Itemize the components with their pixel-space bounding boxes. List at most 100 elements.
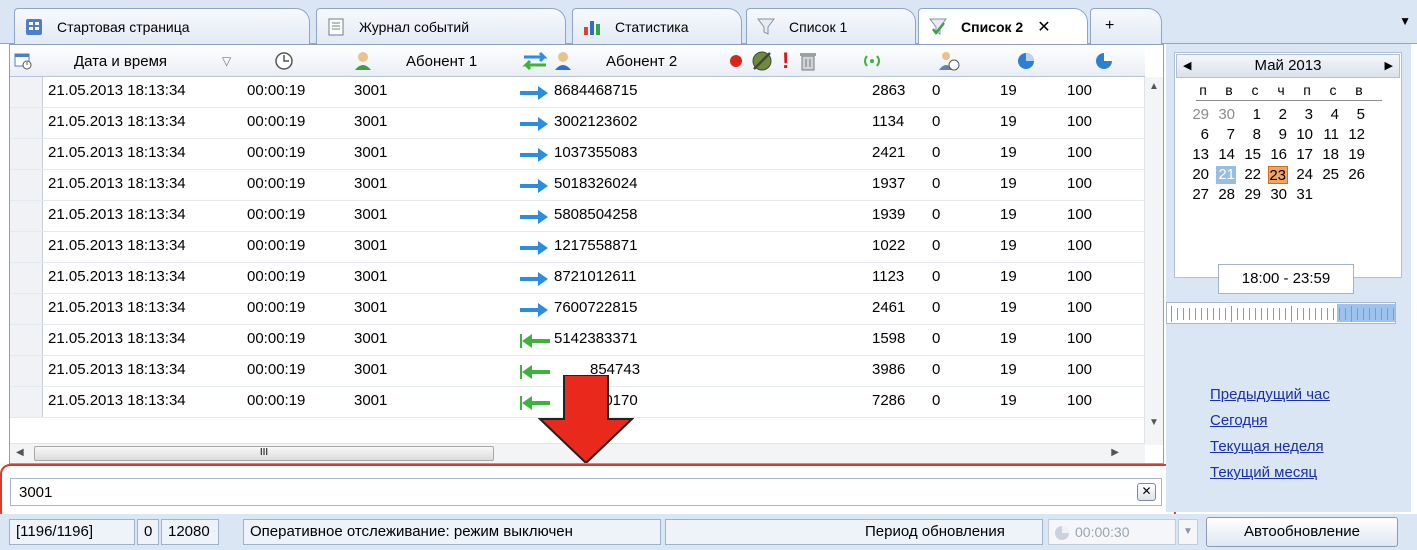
column-chooser-icon[interactable]	[14, 45, 32, 77]
tab-list-1[interactable]: Список 1	[746, 8, 916, 44]
row-selector[interactable]	[10, 387, 43, 417]
clear-filter-button[interactable]: ✕	[1137, 483, 1156, 501]
calendar-day[interactable]: 8	[1242, 126, 1262, 144]
period-select[interactable]: 00:00:30	[1048, 519, 1176, 545]
clock-icon[interactable]	[274, 45, 294, 77]
calendar-day[interactable]: 5	[1346, 106, 1366, 124]
link-today[interactable]: Сегодня	[1210, 412, 1268, 429]
calendar-day[interactable]: 20	[1190, 166, 1210, 184]
no-listen-icon[interactable]	[750, 45, 774, 77]
table-row[interactable]: 21.05.2013 18:13:34 00:00:19 3001 514238…	[10, 325, 1145, 356]
table-row[interactable]: 21.05.2013 18:13:34 00:00:19 3001 103735…	[10, 139, 1145, 170]
record-icon[interactable]	[728, 45, 744, 77]
calendar-day[interactable]: 1	[1242, 106, 1262, 124]
row-selector[interactable]	[10, 170, 43, 200]
calendar-day[interactable]: 28	[1216, 186, 1236, 204]
calendar-day[interactable]: 14	[1216, 146, 1236, 164]
calendar-day[interactable]: 4	[1320, 106, 1340, 124]
calendar-day[interactable]: 7	[1216, 126, 1236, 144]
calendar-day[interactable]: 25	[1320, 166, 1340, 184]
weekday-label: с	[1251, 82, 1259, 98]
row-selector[interactable]	[10, 139, 43, 169]
tab-list-2[interactable]: Список 2 ✕	[918, 8, 1088, 45]
calendar-day[interactable]: 3	[1294, 106, 1314, 124]
calendar-day[interactable]: 30	[1216, 106, 1236, 124]
tab-start-page[interactable]: Стартовая страница	[14, 8, 310, 44]
tab-menu-chevron-down-icon[interactable]: ▼	[1399, 14, 1411, 28]
calendar-day[interactable]: 6	[1190, 126, 1210, 144]
scroll-left-icon[interactable]: ◀	[16, 447, 24, 458]
calendar-day[interactable]: 31	[1294, 186, 1314, 204]
cell-datetime: 21.05.2013 18:13:34	[48, 82, 186, 99]
cell-value-3: 19	[1000, 330, 1017, 347]
swap-direction-icon[interactable]	[520, 45, 550, 77]
header-subscriber-2[interactable]: Абонент 2	[606, 45, 677, 77]
table-row[interactable]: 21.05.2013 18:13:34 00:00:19 3001 300212…	[10, 108, 1145, 139]
signal-icon[interactable]	[860, 45, 884, 77]
table-row[interactable]: 21.05.2013 18:13:34 00:00:19 3001 760072…	[10, 294, 1145, 325]
weekday-label: п	[1303, 82, 1311, 98]
link-previous-hour[interactable]: Предыдущий час	[1210, 386, 1330, 403]
important-icon[interactable]: !	[782, 45, 789, 77]
row-selector[interactable]	[10, 356, 43, 386]
period-dropdown-chevron-down-icon[interactable]: ▼	[1178, 519, 1198, 545]
calendar-day[interactable]: 16	[1268, 146, 1288, 164]
sort-filter-icon[interactable]: ▽	[222, 45, 231, 77]
next-month-icon[interactable]: ▶	[1385, 59, 1393, 72]
users-clock-icon[interactable]	[938, 45, 960, 77]
calendar-day[interactable]: 17	[1294, 146, 1314, 164]
time-range-slider[interactable]	[1166, 302, 1396, 324]
row-selector[interactable]	[10, 77, 43, 107]
vertical-scrollbar[interactable]: ▲ ▼	[1144, 77, 1163, 445]
scroll-down-icon[interactable]: ▼	[1149, 417, 1159, 428]
calendar-day[interactable]: 9	[1268, 126, 1288, 144]
incoming-call-icon	[520, 334, 550, 348]
table-row[interactable]: 21.05.2013 18:13:34 00:00:19 3001 872101…	[10, 263, 1145, 294]
calendar-day[interactable]: 23	[1268, 166, 1288, 184]
time-range[interactable]: 18:00 - 23:59	[1218, 264, 1354, 294]
calendar-day[interactable]: 15	[1242, 146, 1262, 164]
calendar-day[interactable]: 29	[1190, 106, 1210, 124]
add-tab-button[interactable]: +	[1090, 8, 1162, 44]
pie-chart-icon[interactable]	[1094, 45, 1114, 77]
cell-datetime: 21.05.2013 18:13:34	[48, 361, 186, 378]
header-subscriber-1[interactable]: Абонент 1	[406, 45, 477, 77]
calendar-day[interactable]: 13	[1190, 146, 1210, 164]
horizontal-scroll-thumb[interactable]: III	[34, 446, 494, 461]
row-selector[interactable]	[10, 108, 43, 138]
calendar-day[interactable]: 26	[1346, 166, 1366, 184]
row-selector[interactable]	[10, 294, 43, 324]
tab-statistics[interactable]: Статистика	[572, 8, 742, 44]
table-row[interactable]: 21.05.2013 18:13:34 00:00:19 3001 501832…	[10, 170, 1145, 201]
calendar-day[interactable]: 27	[1190, 186, 1210, 204]
link-current-month[interactable]: Текущий месяц	[1210, 464, 1317, 481]
calendar-day[interactable]: 19	[1346, 146, 1366, 164]
scroll-up-icon[interactable]: ▲	[1149, 81, 1159, 92]
close-tab-icon[interactable]: ✕	[1037, 17, 1050, 37]
row-selector[interactable]	[10, 325, 43, 355]
row-selector[interactable]	[10, 232, 43, 262]
calendar-day[interactable]: 22	[1242, 166, 1262, 184]
calendar-day[interactable]: 30	[1268, 186, 1288, 204]
auto-refresh-button[interactable]: Автообновление	[1206, 517, 1398, 547]
filter-input[interactable]	[10, 478, 1162, 506]
row-selector[interactable]	[10, 263, 43, 293]
link-current-week[interactable]: Текущая неделя	[1210, 438, 1324, 455]
table-row[interactable]: 21.05.2013 18:13:34 00:00:19 3001 121755…	[10, 232, 1145, 263]
calendar-day[interactable]: 18	[1320, 146, 1340, 164]
calendar-day[interactable]: 24	[1294, 166, 1314, 184]
trash-icon[interactable]	[800, 45, 816, 77]
table-row[interactable]: 21.05.2013 18:13:34 00:00:19 3001 580850…	[10, 201, 1145, 232]
scroll-right-icon[interactable]: ▶	[1111, 447, 1119, 458]
calendar-day[interactable]: 2	[1268, 106, 1288, 124]
calendar-day[interactable]: 21	[1216, 166, 1236, 184]
calendar-day[interactable]: 12	[1346, 126, 1366, 144]
calendar-day[interactable]: 11	[1320, 126, 1340, 144]
calendar-day[interactable]: 10	[1294, 126, 1314, 144]
calendar-day[interactable]: 29	[1242, 186, 1262, 204]
row-selector[interactable]	[10, 201, 43, 231]
table-row[interactable]: 21.05.2013 18:13:34 00:00:19 3001 868446…	[10, 77, 1145, 108]
pie-clock-icon[interactable]	[1016, 45, 1036, 77]
header-datetime[interactable]: Дата и время	[74, 45, 167, 77]
tab-event-log[interactable]: Журнал событий	[316, 8, 566, 44]
